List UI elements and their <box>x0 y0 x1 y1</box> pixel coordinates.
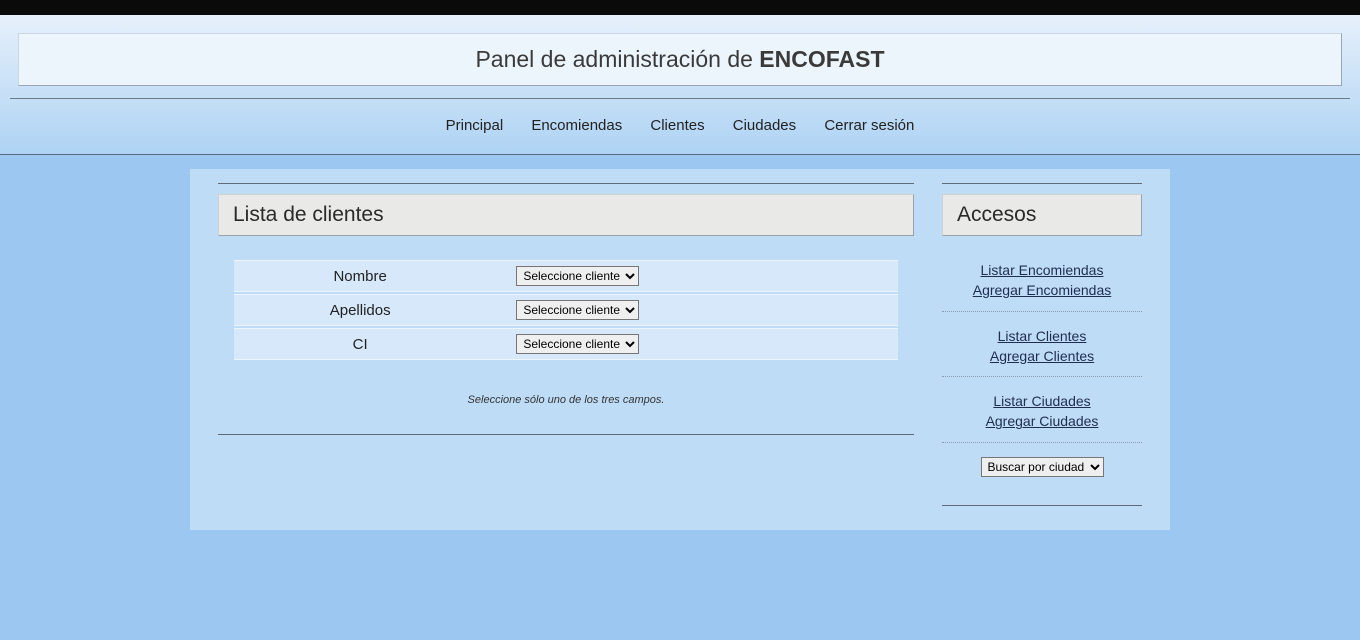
row-apellidos: Apellidos Seleccione cliente <box>234 294 898 326</box>
sidebar-heading: Accesos <box>942 194 1142 236</box>
group-clientes: Listar Clientes Agregar Clientes <box>942 326 1142 378</box>
page-title: Panel de administración de ENCOFAST <box>18 33 1342 86</box>
brand-name: ENCOFAST <box>759 46 884 72</box>
nav-clientes[interactable]: Clientes <box>650 117 704 134</box>
content: Lista de clientes Nombre Seleccione clie… <box>190 169 1170 530</box>
link-agregar-ciudades[interactable]: Agregar Ciudades <box>942 411 1142 431</box>
label-nombre: Nombre <box>234 268 486 285</box>
link-listar-clientes[interactable]: Listar Clientes <box>942 326 1142 346</box>
row-ci: CI Seleccione cliente <box>234 328 898 360</box>
select-nombre[interactable]: Seleccione cliente <box>516 266 639 286</box>
divider <box>218 434 914 435</box>
sidebar-links: Listar Encomiendas Agregar Encomiendas L… <box>942 260 1142 477</box>
page-background: Panel de administración de ENCOFAST Prin… <box>0 15 1360 640</box>
link-listar-encomiendas[interactable]: Listar Encomiendas <box>942 260 1142 280</box>
group-encomiendas: Listar Encomiendas Agregar Encomiendas <box>942 260 1142 312</box>
main-heading: Lista de clientes <box>218 194 914 236</box>
link-agregar-encomiendas[interactable]: Agregar Encomiendas <box>942 280 1142 300</box>
label-ci: CI <box>234 336 486 353</box>
divider <box>942 183 1142 184</box>
sidebar: Accesos Listar Encomiendas Agregar Encom… <box>942 183 1142 506</box>
group-ciudades: Listar Ciudades Agregar Ciudades <box>942 391 1142 443</box>
nav-principal[interactable]: Principal <box>446 117 504 134</box>
nav-ciudades[interactable]: Ciudades <box>733 117 796 134</box>
search-city-wrap: Buscar por ciudad <box>942 457 1142 477</box>
divider <box>942 505 1142 506</box>
select-ci[interactable]: Seleccione cliente <box>516 334 639 354</box>
title-prefix: Panel de administración de <box>475 46 759 72</box>
field-ci: Seleccione cliente <box>486 334 898 354</box>
link-agregar-clientes[interactable]: Agregar Clientes <box>942 346 1142 366</box>
field-nombre: Seleccione cliente <box>486 266 898 286</box>
link-listar-ciudades[interactable]: Listar Ciudades <box>942 391 1142 411</box>
nav-cerrar-sesion[interactable]: Cerrar sesión <box>824 117 914 134</box>
main-nav: Principal Encomiendas Clientes Ciudades … <box>10 98 1350 134</box>
field-apellidos: Seleccione cliente <box>486 300 898 320</box>
row-nombre: Nombre Seleccione cliente <box>234 260 898 292</box>
divider <box>218 183 914 184</box>
main-column: Lista de clientes Nombre Seleccione clie… <box>218 183 914 506</box>
select-apellidos[interactable]: Seleccione cliente <box>516 300 639 320</box>
label-apellidos: Apellidos <box>234 302 486 319</box>
form-hint: Seleccione sólo uno de los tres campos. <box>218 394 914 406</box>
header: Panel de administración de ENCOFAST Prin… <box>0 15 1360 155</box>
nav-encomiendas[interactable]: Encomiendas <box>531 117 622 134</box>
select-buscar-ciudad[interactable]: Buscar por ciudad <box>981 457 1104 477</box>
